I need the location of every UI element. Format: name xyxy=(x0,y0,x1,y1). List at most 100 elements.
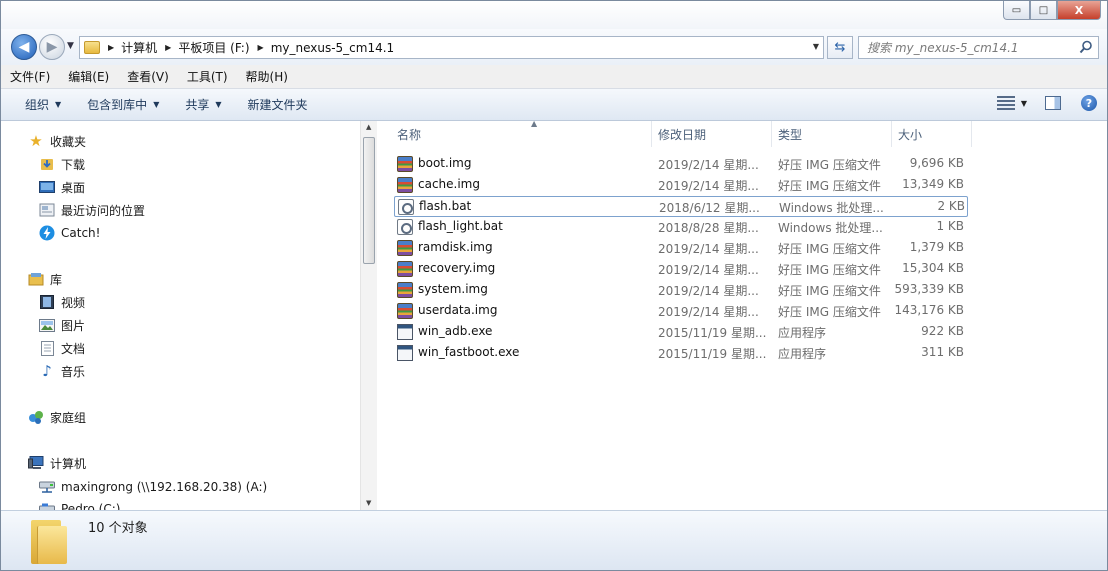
file-size: 311 KB xyxy=(921,345,964,359)
menu-view[interactable]: 查看(V) xyxy=(127,68,169,85)
breadcrumb-computer[interactable]: 计算机 xyxy=(121,39,157,56)
details-pane: 10 个对象 xyxy=(1,510,1107,570)
file-row[interactable]: win_adb.exe 2015/11/19 星期... 应用程序 922 KB xyxy=(394,322,968,343)
scrollbar-thumb[interactable] xyxy=(363,137,375,264)
include-in-library-button[interactable]: 包含到库中 ▼ xyxy=(87,96,159,113)
file-name: win_adb.exe xyxy=(418,324,493,338)
file-date: 2019/2/14 星期... xyxy=(658,305,759,319)
breadcrumb-arrow-icon[interactable]: ▶ xyxy=(165,43,171,52)
file-type: 好压 IMG 压缩文件 xyxy=(778,158,881,172)
sidebar-item-label: 桌面 xyxy=(61,180,86,195)
file-date: 2018/8/28 星期... xyxy=(658,221,759,235)
title-bar: ▭ □ X xyxy=(1,1,1107,29)
file-row[interactable]: recovery.img 2019/2/14 星期... 好压 IMG 压缩文件… xyxy=(394,259,968,280)
scroll-up-icon[interactable]: ▲ xyxy=(366,123,371,131)
file-row-selected[interactable]: flash.bat 2018/6/12 星期... Windows 批处理...… xyxy=(394,196,968,217)
file-row[interactable]: flash_light.bat 2018/8/28 星期... Windows … xyxy=(394,217,968,238)
sidebar-item-catch[interactable]: Catch! xyxy=(39,223,100,243)
maximize-button[interactable]: □ xyxy=(1030,1,1057,20)
file-row[interactable]: boot.img 2019/2/14 星期... 好压 IMG 压缩文件 9,6… xyxy=(394,154,968,175)
sidebar-item-music[interactable]: ♪ 音乐 xyxy=(39,361,85,381)
breadcrumb-arrow-icon[interactable]: ▶ xyxy=(108,43,114,52)
file-date: 2019/2/14 星期... xyxy=(658,263,759,277)
help-icon[interactable]: ? xyxy=(1081,95,1097,111)
file-row[interactable]: system.img 2019/2/14 星期... 好压 IMG 压缩文件 5… xyxy=(394,280,968,301)
sidebar-item-label: 计算机 xyxy=(50,456,87,471)
breadcrumb-drive[interactable]: 平板项目 (F:) xyxy=(178,39,249,56)
navigation-pane-scrollbar[interactable]: ▲ ▼ xyxy=(360,121,377,510)
refresh-button[interactable]: ⇆ xyxy=(827,36,853,59)
file-size: 1 KB xyxy=(936,219,964,233)
sidebar-item-downloads[interactable]: 下载 xyxy=(39,154,85,174)
sidebar-favorites[interactable]: ★ 收藏夹 xyxy=(28,131,86,151)
new-folder-label: 新建文件夹 xyxy=(247,98,308,112)
recent-places-icon xyxy=(39,202,55,218)
file-row[interactable]: win_fastboot.exe 2015/11/19 星期... 应用程序 3… xyxy=(394,343,968,364)
file-size: 9,696 KB xyxy=(909,156,964,170)
command-bar: 组织 ▼ 包含到库中 ▼ 共享 ▼ 新建文件夹 ▼ ? xyxy=(1,89,1107,121)
search-box[interactable] xyxy=(858,36,1099,59)
breadcrumb-arrow-icon[interactable]: ▶ xyxy=(258,43,264,52)
search-input[interactable] xyxy=(867,40,1067,55)
column-header-size[interactable]: 大小 xyxy=(892,121,972,147)
file-name: ramdisk.img xyxy=(418,240,493,254)
file-list: 名称 ▲ 修改日期 类型 大小 boot.img 2019/2/14 星期...… xyxy=(378,119,1107,510)
lightning-bolt-icon xyxy=(39,225,55,241)
sidebar-homegroup[interactable]: 家庭组 xyxy=(28,407,86,427)
chevron-down-icon[interactable]: ▼ xyxy=(1021,99,1027,108)
batch-file-icon xyxy=(398,199,414,215)
recent-pages-dropdown[interactable]: ▼ xyxy=(67,41,74,51)
sidebar-computer[interactable]: 计算机 xyxy=(28,453,86,473)
sidebar-item-videos[interactable]: 视频 xyxy=(39,292,85,312)
file-type: 应用程序 xyxy=(778,326,827,340)
maximize-icon: □ xyxy=(1038,4,1049,16)
preview-pane-icon[interactable] xyxy=(1045,96,1061,110)
organize-button[interactable]: 组织 ▼ xyxy=(25,96,61,113)
address-bar[interactable]: ▶ 计算机 ▶ 平板项目 (F:) ▶ my_nexus-5_cm14.1 ▼ xyxy=(79,36,824,59)
breadcrumb-current-folder[interactable]: my_nexus-5_cm14.1 xyxy=(271,41,395,55)
column-header-date[interactable]: 修改日期 xyxy=(652,121,772,147)
library-icon xyxy=(28,271,44,287)
file-date: 2015/11/19 星期... xyxy=(658,326,767,340)
archive-icon xyxy=(397,303,413,319)
column-header-name[interactable]: 名称 ▲ xyxy=(391,119,652,147)
sidebar-libraries[interactable]: 库 xyxy=(28,269,62,289)
application-icon xyxy=(397,345,413,361)
file-row[interactable]: cache.img 2019/2/14 星期... 好压 IMG 压缩文件 13… xyxy=(394,175,968,196)
search-icon[interactable] xyxy=(1079,40,1093,54)
close-button[interactable]: X xyxy=(1057,1,1101,20)
sidebar-item-desktop[interactable]: 桌面 xyxy=(39,177,85,197)
minimize-button[interactable]: ▭ xyxy=(1003,1,1030,20)
sidebar-item-documents[interactable]: 文档 xyxy=(39,338,85,358)
desktop-icon xyxy=(39,179,55,195)
menu-edit[interactable]: 编辑(E) xyxy=(68,68,109,85)
file-row[interactable]: userdata.img 2019/2/14 星期... 好压 IMG 压缩文件… xyxy=(394,301,968,322)
explorer-window: ▭ □ X ◀ ▶ ▼ ▶ 计算机 ▶ 平板项目 (F:) ▶ my_nexus… xyxy=(0,0,1108,571)
menu-tools[interactable]: 工具(T) xyxy=(187,68,228,85)
organize-label: 组织 xyxy=(25,98,50,112)
view-controls: ▼ ? xyxy=(996,95,1097,111)
back-button[interactable]: ◀ xyxy=(11,34,37,60)
sidebar-item-pictures[interactable]: 图片 xyxy=(39,315,85,335)
file-size: 922 KB xyxy=(921,324,964,338)
address-dropdown-icon[interactable]: ▼ xyxy=(813,42,819,51)
column-header-type[interactable]: 类型 xyxy=(772,121,892,147)
back-arrow-icon: ◀ xyxy=(18,39,30,55)
menu-help[interactable]: 帮助(H) xyxy=(246,68,288,85)
file-size: 13,349 KB xyxy=(902,177,964,191)
menu-file[interactable]: 文件(F) xyxy=(10,68,50,85)
sidebar-item-network-drive[interactable]: maxingrong (\\192.168.20.38) (A:) xyxy=(39,477,267,497)
column-header-label: 名称 xyxy=(397,127,422,142)
file-size: 15,304 KB xyxy=(902,261,964,275)
view-options-icon[interactable] xyxy=(996,96,1015,110)
sidebar-item-label: maxingrong (\\192.168.20.38) (A:) xyxy=(61,480,268,494)
forward-button[interactable]: ▶ xyxy=(39,34,65,60)
file-type: 好压 IMG 压缩文件 xyxy=(778,263,881,277)
chevron-down-icon: ▼ xyxy=(55,100,62,109)
scroll-down-icon[interactable]: ▼ xyxy=(366,499,371,507)
sidebar-item-label: 音乐 xyxy=(61,364,86,379)
new-folder-button[interactable]: 新建文件夹 xyxy=(248,96,308,113)
sidebar-item-recent-places[interactable]: 最近访问的位置 xyxy=(39,200,145,220)
share-button[interactable]: 共享 ▼ xyxy=(185,96,221,113)
file-row[interactable]: ramdisk.img 2019/2/14 星期... 好压 IMG 压缩文件 … xyxy=(394,238,968,259)
